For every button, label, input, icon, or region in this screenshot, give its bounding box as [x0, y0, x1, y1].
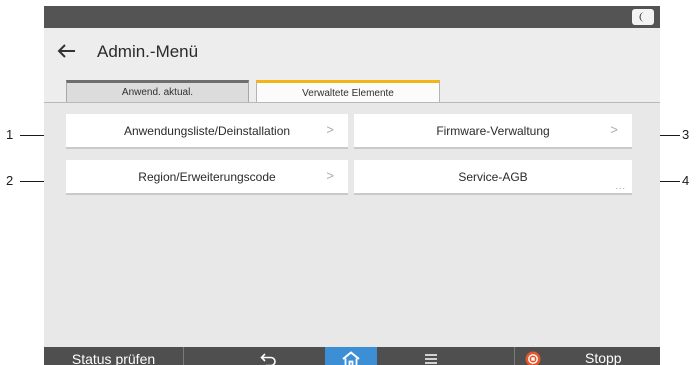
tab-bar: Anwend. aktual. Verwaltete Elemente	[44, 80, 660, 103]
menu-item-firmware[interactable]: Firmware-Verwaltung >	[354, 114, 632, 149]
home-icon	[342, 351, 360, 365]
menu-item-app-list[interactable]: Anwendungsliste/Deinstallation >	[66, 114, 348, 149]
stop-button[interactable]: Stopp	[514, 347, 660, 365]
menu-item-label: Firmware-Verwaltung	[436, 123, 550, 138]
tab-app-update[interactable]: Anwend. aktual.	[66, 80, 249, 102]
callout-number-4: 4	[682, 173, 690, 188]
return-button[interactable]	[249, 347, 289, 365]
top-status-bar	[44, 6, 660, 28]
back-button[interactable]	[52, 38, 82, 64]
menu-item-label: Region/Erweiterungscode	[138, 169, 276, 184]
menu-button[interactable]	[411, 347, 451, 365]
callout-number-2: 2	[6, 173, 14, 188]
stop-icon	[525, 351, 541, 365]
chevron-right-icon: >	[610, 122, 618, 137]
moon-icon	[639, 12, 645, 22]
page-title: Admin.-Menü	[97, 42, 199, 61]
tab-managed-elements[interactable]: Verwaltete Elemente	[256, 80, 440, 103]
menu-item-region-code[interactable]: Region/Erweiterungscode >	[66, 160, 348, 195]
header: Admin.-Menü	[44, 28, 660, 80]
home-button[interactable]	[325, 347, 377, 365]
stop-label: Stopp	[585, 350, 622, 365]
more-dots-icon: ...	[615, 181, 626, 191]
menu-content: Anwendungsliste/Deinstallation > Region/…	[44, 102, 660, 347]
status-check-button[interactable]: Status prüfen	[44, 347, 184, 365]
menu-item-label: Service-AGB	[458, 169, 528, 184]
menu-icon	[425, 354, 437, 364]
device-screen: Admin.-Menü Anwend. aktual. Verwaltete E…	[44, 6, 660, 365]
return-arrow-icon	[260, 353, 276, 365]
bottom-bar: Status prüfen Stopp	[44, 347, 660, 365]
back-arrow-icon	[57, 44, 75, 58]
figure: 1 2 3 4 Admin.-Menü Anwend. aktual. Verw…	[0, 0, 696, 365]
callout-number-3: 3	[682, 127, 690, 142]
menu-item-service-terms[interactable]: Service-AGB ...	[354, 160, 632, 195]
menu-item-label: Anwendungsliste/Deinstallation	[123, 123, 291, 138]
chevron-right-icon: >	[326, 122, 334, 137]
chevron-right-icon: >	[326, 168, 334, 183]
night-mode-button[interactable]	[632, 9, 654, 25]
callout-number-1: 1	[6, 127, 14, 142]
